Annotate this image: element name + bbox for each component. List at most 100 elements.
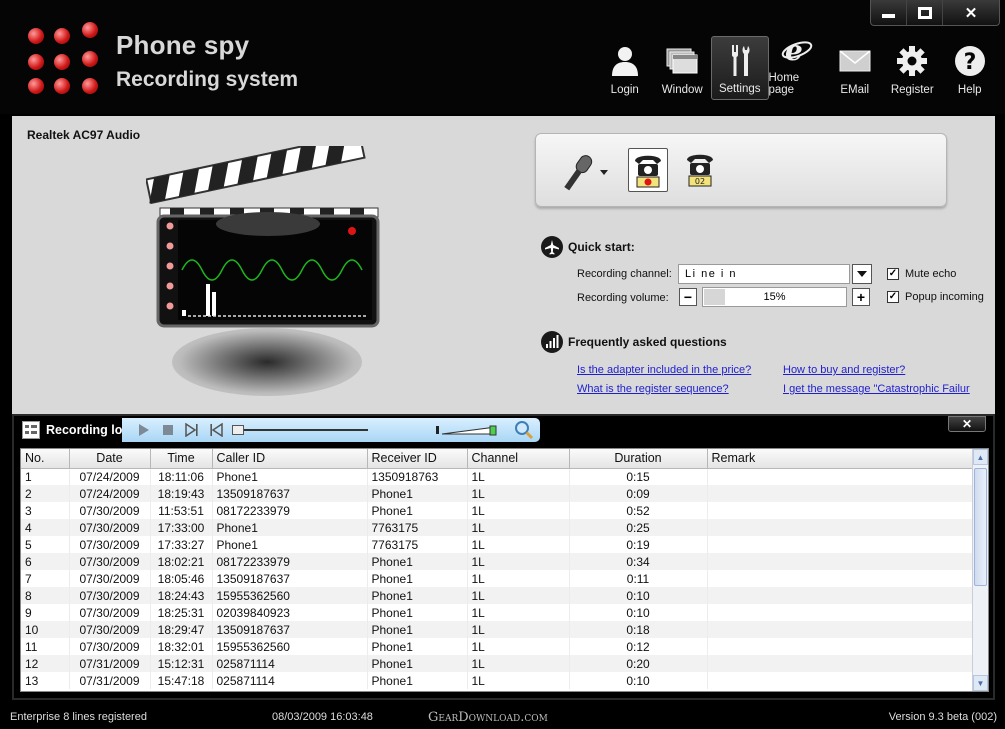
mute-echo-checkbox[interactable]: ✓ [887, 268, 899, 280]
phone-line-2-button[interactable]: 02 [682, 148, 718, 190]
recording-channel-dropdown-button[interactable] [852, 264, 872, 284]
table-cell-caller-id: 02039840923 [212, 604, 368, 621]
playback-volume-slider[interactable] [436, 420, 504, 440]
stop-button[interactable] [156, 420, 180, 440]
faq-link-buy-register[interactable]: How to buy and register? [783, 364, 905, 376]
table-cell-channel: 1L [467, 672, 570, 689]
table-cell-date: 07/30/2009 [69, 502, 151, 519]
volume-decrease-button[interactable]: − [679, 288, 697, 306]
table-cell-channel: 1L [467, 485, 570, 502]
table-row[interactable]: 7 07/30/2009 18:05:46 13509187637 Phone1 1L 0:… [21, 570, 974, 587]
column-header-time[interactable]: Time [150, 449, 213, 469]
table-row[interactable]: 1 07/24/2009 18:11:06 Phone1 1350918763 1L 0:1… [21, 468, 974, 485]
help-button[interactable]: ? Help [941, 36, 999, 100]
email-button[interactable]: EMail [826, 36, 884, 100]
table-row[interactable]: 8 07/30/2009 18:24:43 15955362560 Phone1 1L 0:… [21, 587, 974, 604]
table-cell-date: 07/30/2009 [69, 604, 151, 621]
scrollbar-thumb[interactable] [974, 468, 987, 586]
column-header-no[interactable]: No. [21, 449, 70, 469]
volume-increase-button[interactable]: + [852, 288, 870, 306]
table-cell-time: 18:25:31 [150, 604, 213, 621]
table-cell-caller-id: 025871114 [212, 655, 368, 672]
register-label: Register [890, 84, 934, 96]
recording-log-table: No. Date Time Caller ID Receiver ID Chan… [21, 449, 974, 689]
table-cell-no: 4 [21, 519, 70, 536]
table-cell-duration: 0:20 [569, 655, 708, 672]
column-header-remark[interactable]: Remark [707, 449, 974, 469]
table-row[interactable]: 3 07/30/2009 11:53:51 08172233979 Phone1 1L 0:… [21, 502, 974, 519]
maximize-button[interactable] [907, 0, 943, 25]
recording-volume-value: 15% [763, 291, 786, 303]
table-cell-receiver-id: Phone1 [367, 621, 468, 638]
status-bar: Enterprise 8 lines registered 08/03/2009… [0, 704, 1005, 729]
window-icon [665, 44, 699, 78]
table-cell-date: 07/30/2009 [69, 536, 151, 553]
table-row[interactable]: 10 07/30/2009 18:29:47 13509187637 Phone1 1L 0… [21, 621, 974, 638]
table-cell-caller-id: 08172233979 [212, 502, 368, 519]
table-cell-date: 07/30/2009 [69, 570, 151, 587]
minimize-icon [882, 14, 895, 18]
version-info: Version 9.3 beta (002) [888, 711, 997, 723]
table-cell-channel: 1L [467, 570, 570, 587]
vertical-scrollbar[interactable]: ▲ ▼ [972, 449, 988, 691]
table-cell-receiver-id: Phone1 [367, 587, 468, 604]
column-header-duration[interactable]: Duration [569, 449, 708, 469]
phone-line-1-button[interactable] [628, 148, 668, 192]
table-cell-duration: 0:10 [569, 587, 708, 604]
recording-channel-label: Recording channel: [577, 268, 672, 280]
table-row[interactable]: 4 07/30/2009 17:33:00 Phone1 7763175 1L 0:25 [21, 519, 974, 536]
airplane-icon [541, 236, 563, 258]
playback-progress-thumb[interactable] [232, 425, 244, 435]
table-cell-channel: 1L [467, 604, 570, 621]
microphone-button[interactable] [556, 152, 608, 192]
recording-volume-slider[interactable]: 15% [702, 287, 847, 307]
play-button[interactable] [132, 420, 156, 440]
phone-line-2-label: 02 [695, 177, 705, 186]
column-header-receiver-id[interactable]: Receiver ID [367, 449, 468, 469]
window-button[interactable]: Window [654, 36, 712, 100]
table-row[interactable]: 12 07/31/2009 15:12:31 025871114 Phone1 1L 0:2… [21, 655, 974, 672]
column-header-channel[interactable]: Channel [467, 449, 570, 469]
current-datetime: 08/03/2009 16:03:48 [272, 711, 373, 723]
table-cell-no: 7 [21, 570, 70, 587]
register-button[interactable]: Register [884, 36, 942, 100]
minimize-button[interactable] [871, 0, 907, 25]
column-header-caller-id[interactable]: Caller ID [212, 449, 368, 469]
table-row[interactable]: 9 07/30/2009 18:25:31 02039840923 Phone1 1L 0:… [21, 604, 974, 621]
table-cell-no: 12 [21, 655, 70, 672]
watermark: GearDownload.com [428, 710, 548, 725]
playback-progress-slider[interactable] [232, 420, 368, 440]
close-button[interactable]: ✕ [943, 0, 999, 25]
recording-log-title: Recording log [46, 423, 131, 437]
next-button[interactable] [180, 420, 204, 440]
recording-channel-select[interactable]: Li ne i n [678, 264, 850, 284]
table-row[interactable]: 11 07/30/2009 18:32:01 15955362560 Phone1 1L 0… [21, 638, 974, 655]
table-row[interactable]: 2 07/24/2009 18:19:43 13509187637 Phone1 1L 0:… [21, 485, 974, 502]
table-row[interactable]: 6 07/30/2009 18:02:21 08172233979 Phone1 1L 0:… [21, 553, 974, 570]
recording-log-close-button[interactable]: ✕ [948, 416, 986, 432]
column-header-date[interactable]: Date [69, 449, 151, 469]
volume-wedge-icon [436, 425, 497, 436]
table-cell-no: 1 [21, 468, 70, 485]
table-cell-time: 18:19:43 [150, 485, 213, 502]
faq-link-adapter-price[interactable]: Is the adapter included in the price? [577, 364, 751, 376]
settings-button[interactable]: Settings [711, 36, 769, 100]
table-row[interactable]: 5 07/30/2009 17:33:27 Phone1 7763175 1L 0:19 [21, 536, 974, 553]
table-cell-receiver-id: Phone1 [367, 502, 468, 519]
email-icon [838, 44, 872, 78]
search-button[interactable] [512, 420, 536, 440]
popup-incoming-checkbox[interactable]: ✓ [887, 291, 899, 303]
home-page-button[interactable]: e Home page [769, 36, 827, 100]
channel-selector-panel: 02 [535, 133, 947, 207]
table-cell-remark [707, 587, 974, 604]
faq-link-catastrophic-failure[interactable]: I get the message "Catastrophic Failur [783, 383, 970, 395]
table-cell-receiver-id: Phone1 [367, 655, 468, 672]
scroll-up-button[interactable]: ▲ [973, 449, 988, 465]
table-cell-date: 07/30/2009 [69, 587, 151, 604]
table-row[interactable]: 13 07/31/2009 15:47:18 025871114 Phone1 1L 0:1… [21, 672, 974, 689]
previous-button[interactable] [204, 420, 228, 440]
user-icon [608, 44, 642, 78]
scroll-down-button[interactable]: ▼ [973, 675, 988, 691]
login-button[interactable]: Login [596, 36, 654, 100]
faq-link-register-sequence[interactable]: What is the register sequence? [577, 383, 729, 395]
